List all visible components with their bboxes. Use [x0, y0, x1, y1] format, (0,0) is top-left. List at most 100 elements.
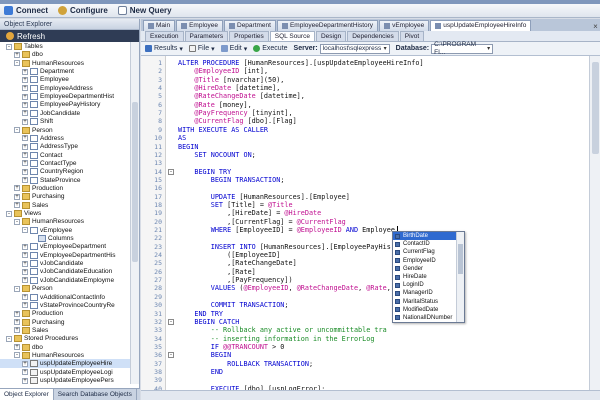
server-dropdown[interactable]: localhost\sqlexpress ▾: [319, 43, 390, 54]
collapse-icon[interactable]: -: [14, 352, 20, 359]
collapse-icon[interactable]: -: [14, 218, 20, 225]
expand-icon[interactable]: +: [14, 193, 20, 200]
expand-icon[interactable]: +: [22, 268, 28, 275]
sql-editor[interactable]: 1 2 3 4 5 6 7 8 9 10 11 12 13 14 15 16 17 18 19 20 21 22 23 24 2…: [141, 56, 589, 390]
intellisense-item[interactable]: BirthDate: [393, 232, 457, 241]
expand-icon[interactable]: +: [14, 51, 20, 58]
expand-icon[interactable]: +: [22, 369, 28, 376]
object-explorer-scrollbar[interactable]: [130, 42, 139, 384]
tab-properties[interactable]: Properties: [229, 31, 269, 41]
expand-icon[interactable]: +: [14, 185, 20, 192]
expand-icon[interactable]: +: [22, 110, 28, 117]
expand-icon[interactable]: +: [22, 377, 28, 384]
expand-icon[interactable]: +: [22, 168, 28, 175]
fold-toggle-icon[interactable]: -: [168, 352, 174, 359]
column-icon: [395, 274, 400, 280]
refresh-button[interactable]: Refresh: [0, 30, 139, 42]
tab-parameters[interactable]: Parameters: [184, 31, 229, 41]
tab-employee[interactable]: Employee: [176, 20, 223, 31]
tab-vemployee[interactable]: vEmployee: [379, 20, 430, 31]
results-button[interactable]: Results ▾: [145, 45, 183, 53]
tab-department[interactable]: Department: [224, 20, 276, 31]
expand-icon[interactable]: +: [14, 310, 20, 317]
intellisense-item[interactable]: NationalIDNumber: [393, 314, 457, 322]
database-dropdown[interactable]: C:\PROGRAM FI... ▾: [431, 41, 494, 56]
tab-design[interactable]: Design: [315, 31, 347, 41]
new-query-button[interactable]: New Query: [117, 6, 172, 15]
tab-execution[interactable]: Execution: [145, 31, 184, 41]
intellisense-item[interactable]: EmployeeID: [393, 257, 457, 265]
expand-icon[interactable]: +: [22, 135, 28, 142]
tab-main[interactable]: Main: [143, 20, 176, 31]
editor-vertical-scrollbar[interactable]: [589, 56, 600, 390]
expand-icon[interactable]: +: [22, 152, 28, 159]
tab-employeedepartmenthistory[interactable]: EmployeeDepartmentHistory: [276, 20, 379, 31]
scrollbar-thumb[interactable]: [458, 244, 463, 274]
expand-icon[interactable]: +: [22, 85, 28, 92]
tab-search-database-objects[interactable]: Search Database Objects: [54, 389, 137, 400]
tab-uspupdateemployeehireinfo[interactable]: uspUpdateEmployeeHireInfo: [430, 20, 532, 31]
intellisense-item[interactable]: LoginID: [393, 281, 457, 289]
collapse-icon[interactable]: -: [22, 227, 28, 234]
scrollbar-thumb[interactable]: [132, 102, 138, 262]
expand-icon[interactable]: +: [22, 76, 28, 83]
expand-icon[interactable]: +: [22, 177, 28, 184]
collapse-icon[interactable]: -: [6, 210, 12, 217]
editor-horizontal-scrollbar[interactable]: [141, 390, 600, 400]
intellisense-item[interactable]: CurrentFlag: [393, 248, 457, 256]
close-icon[interactable]: ×: [591, 22, 600, 31]
tab-sql-source[interactable]: SQL Source: [269, 31, 315, 41]
collapse-icon[interactable]: -: [6, 43, 12, 50]
expand-icon[interactable]: +: [14, 319, 20, 326]
expand-icon[interactable]: +: [22, 68, 28, 75]
code-token: [Title] =: [227, 200, 269, 209]
fold-toggle-icon[interactable]: -: [168, 168, 174, 175]
tree-node[interactable]: + uspUpdateEmployeePers: [0, 376, 131, 384]
tab-object-explorer[interactable]: Object Explorer: [0, 389, 54, 400]
intellisense-popup: BirthDate ContactID CurrentFlag EmployeeID G…: [392, 231, 465, 323]
code-token: @RateChangeDate: [178, 92, 260, 101]
collapse-icon[interactable]: -: [14, 60, 20, 67]
fold-toggle-icon[interactable]: -: [168, 318, 174, 325]
expand-icon[interactable]: +: [22, 252, 28, 259]
intellisense-item[interactable]: ManagerID: [393, 289, 457, 297]
scrollbar-thumb[interactable]: [592, 62, 599, 154]
expand-icon[interactable]: +: [22, 101, 28, 108]
expand-icon[interactable]: +: [14, 327, 20, 334]
expand-icon[interactable]: +: [22, 243, 28, 250]
expand-icon[interactable]: +: [22, 302, 28, 309]
connect-button[interactable]: Connect: [4, 6, 48, 15]
expand-icon[interactable]: +: [22, 294, 28, 300]
configure-button[interactable]: Configure: [58, 6, 108, 15]
code-line: @CurrentFlag [dbo].[Flag]: [178, 117, 296, 125]
collapse-icon[interactable]: -: [14, 285, 20, 292]
expand-icon[interactable]: +: [22, 118, 28, 125]
tab-dependencies[interactable]: Dependencies: [347, 31, 399, 41]
expand-icon[interactable]: +: [14, 202, 20, 209]
expand-icon[interactable]: +: [22, 143, 28, 150]
expand-icon[interactable]: +: [14, 344, 20, 351]
intellisense-item[interactable]: ModifiedDate: [393, 306, 457, 314]
expand-icon[interactable]: +: [22, 360, 28, 367]
expand-icon[interactable]: +: [22, 93, 28, 100]
intellisense-item[interactable]: ContactID: [393, 240, 457, 248]
tab-pivot[interactable]: Pivot: [399, 31, 425, 41]
intellisense-scrollbar[interactable]: [456, 232, 464, 322]
intellisense-item[interactable]: MaritalStatus: [393, 298, 457, 306]
collapse-icon[interactable]: -: [14, 127, 20, 133]
file-button[interactable]: File ▾: [188, 45, 215, 53]
expand-icon[interactable]: +: [22, 160, 28, 167]
expand-icon[interactable]: +: [22, 260, 28, 267]
folder-icon: [22, 285, 30, 293]
intellisense-item[interactable]: HireDate: [393, 273, 457, 281]
new-query-label: New Query: [129, 6, 172, 15]
collapse-icon[interactable]: -: [6, 335, 12, 342]
code-token: ;: [280, 175, 285, 184]
folder-icon: [22, 318, 30, 326]
code-token: ;: [251, 150, 256, 159]
intellisense-item[interactable]: Gender: [393, 265, 457, 273]
execute-button[interactable]: Execute: [253, 45, 288, 52]
expand-icon[interactable]: +: [22, 277, 28, 284]
edit-button[interactable]: Edit ▾: [220, 45, 247, 53]
folder-icon: [22, 343, 30, 351]
